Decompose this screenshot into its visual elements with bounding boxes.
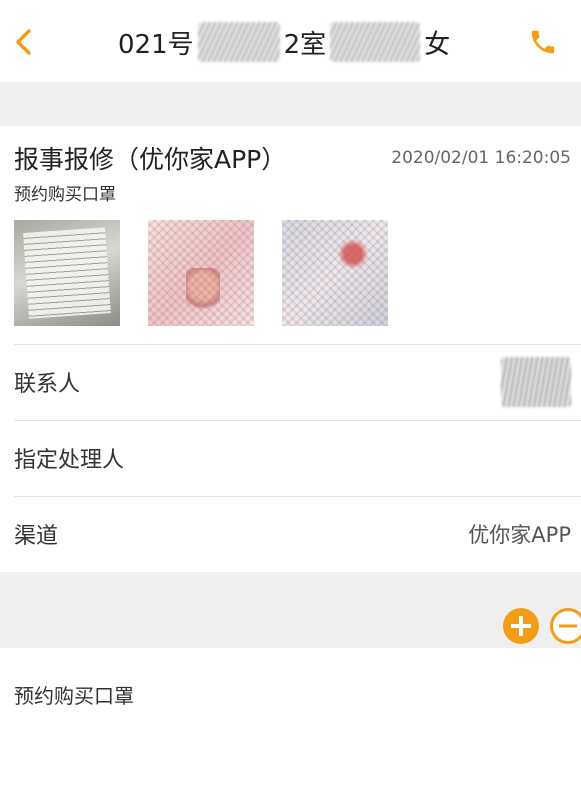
- redacted-area: [330, 22, 421, 62]
- channel-value: 优你家APP: [468, 523, 571, 547]
- phone-icon: [531, 30, 555, 54]
- photo-gallery: [14, 220, 388, 326]
- title-prefix: 021号: [118, 29, 194, 60]
- title-mid: 2室: [283, 29, 327, 60]
- report-description: 预约购买口罩: [14, 185, 116, 205]
- channel-label: 渠道: [14, 524, 59, 549]
- redacted-area: [197, 22, 280, 62]
- report-title: 报事报修（优你家APP）: [14, 145, 287, 174]
- contact-row[interactable]: 联系人: [0, 344, 581, 420]
- channel-row: 渠道 优你家APP: [0, 496, 581, 572]
- title-suffix: 女: [424, 29, 451, 60]
- id-card-front-photo[interactable]: [148, 220, 254, 326]
- section-spacer: [0, 82, 581, 126]
- top-bar: 021号 2室 女: [0, 0, 581, 82]
- redacted-contact: [501, 357, 571, 407]
- back-button[interactable]: [6, 22, 42, 62]
- minus-circle-icon[interactable]: [550, 608, 581, 644]
- action-bar: [0, 572, 581, 648]
- contact-label: 联系人: [14, 372, 81, 397]
- document-photo[interactable]: [14, 220, 120, 326]
- note-text: 预约购买口罩: [14, 684, 134, 708]
- chevron-left-icon: [16, 29, 31, 55]
- report-card: 报事报修（优你家APP） 2020/02/01 16:20:05 预约购买口罩 …: [0, 126, 581, 572]
- call-button[interactable]: [523, 22, 563, 62]
- report-time: 2020/02/01 16:20:05: [391, 148, 571, 168]
- handler-label: 指定处理人: [14, 448, 125, 473]
- plus-circle-icon[interactable]: [503, 608, 539, 644]
- handler-row[interactable]: 指定处理人: [0, 420, 581, 496]
- note-section: 预约购买口罩: [0, 648, 581, 786]
- page-title: 021号 2室 女: [118, 20, 450, 64]
- id-card-back-photo[interactable]: [282, 220, 388, 326]
